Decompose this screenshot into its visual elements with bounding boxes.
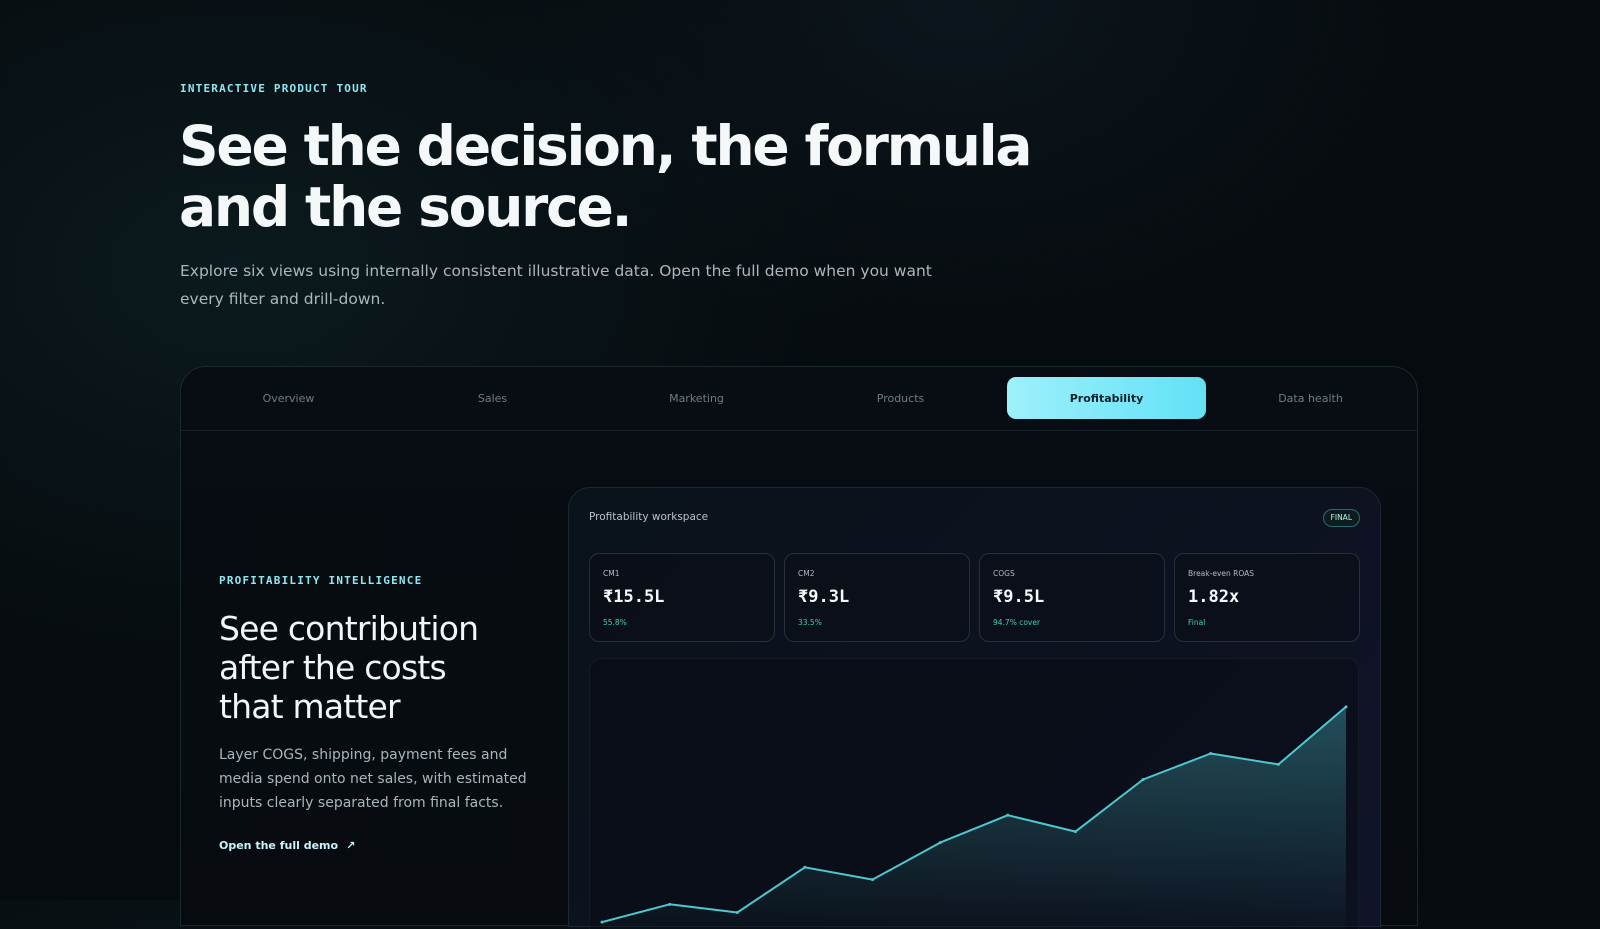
section-eyebrow: PROFITABILITY INTELLIGENCE [219,574,423,587]
kpi-card-cm2[interactable]: CM2 ₹9.3L 33.5% [784,553,970,642]
kpi-label: CM1 [603,569,620,578]
section-description: Layer COGS, shipping, payment fees and m… [219,747,527,811]
section-title-line-3: that matter [219,687,401,726]
arrow-up-right-icon: ↗ [346,839,356,852]
chart-point [668,902,672,906]
tab-sales[interactable]: Sales [393,377,592,419]
hero-title-line-2: and the source. [179,175,632,239]
kpi-value: ₹9.3L [798,587,850,607]
hero-subtitle: Explore six views using internally consi… [180,262,932,308]
kpi-label: CM2 [798,569,815,578]
tab-overview[interactable]: Overview [189,377,388,419]
kpi-card-cogs[interactable]: COGS ₹9.5L 94.7% cover [979,553,1165,642]
kpi-subtext: 33.5% [798,618,822,627]
open-full-demo-label: Open the full demo [219,839,339,852]
chart-point [1073,830,1077,834]
chart-point [1209,751,1213,755]
kpi-subtext: Final [1188,618,1206,627]
status-badge: FINAL [1322,509,1360,527]
kpi-subtext: 55.8% [603,618,627,627]
chart-point [600,920,604,924]
chart-point [803,865,807,869]
kpi-subtext: 94.7% cover [993,618,1041,627]
kpi-label: COGS [993,569,1015,578]
kpi-card-cm1[interactable]: CM1 ₹15.5L 55.8% [589,553,775,642]
chart-point [1344,705,1348,709]
kpi-card-break-even-roas[interactable]: Break-even ROAS 1.82x Final [1174,553,1360,642]
hero-title: See the decision, the formula and the sou… [179,116,1079,238]
area-chart-svg [600,705,1348,929]
open-full-demo-link[interactable]: Open the full demo ↗ [219,839,355,852]
chart-point [1141,778,1145,782]
profitability-workspace: Profitability workspace FINAL CM1 ₹15.5L… [568,487,1381,929]
tab-bar: Overview Sales Marketing Products Profit… [181,367,1417,431]
tab-marketing[interactable]: Marketing [597,377,796,419]
chart-point [871,878,875,882]
hero-eyebrow: INTERACTIVE PRODUCT TOUR [180,82,368,95]
chart-point [938,841,942,845]
chart-point [1276,762,1280,766]
section-title-line-1: See contribution [219,609,479,648]
tab-profitability[interactable]: Profitability [1007,377,1206,419]
tab-products[interactable]: Products [801,377,1000,419]
chart-point [1006,813,1010,817]
section-title: See contribution after the costs that matt… [219,609,539,726]
chart-point [735,911,739,915]
kpi-label: Break-even ROAS [1188,569,1255,578]
profitability-chart [589,658,1359,929]
chart-area-fill [602,706,1346,929]
kpi-value: ₹15.5L [603,587,665,607]
kpi-value: 1.82x [1188,587,1240,607]
tab-data-health[interactable]: Data health [1211,377,1410,419]
section-title-line-2: after the costs [219,648,447,687]
kpi-value: ₹9.5L [993,587,1045,607]
hero-title-line-1: See the decision, the formula [179,114,1033,178]
workspace-title: Profitability workspace [589,511,709,523]
